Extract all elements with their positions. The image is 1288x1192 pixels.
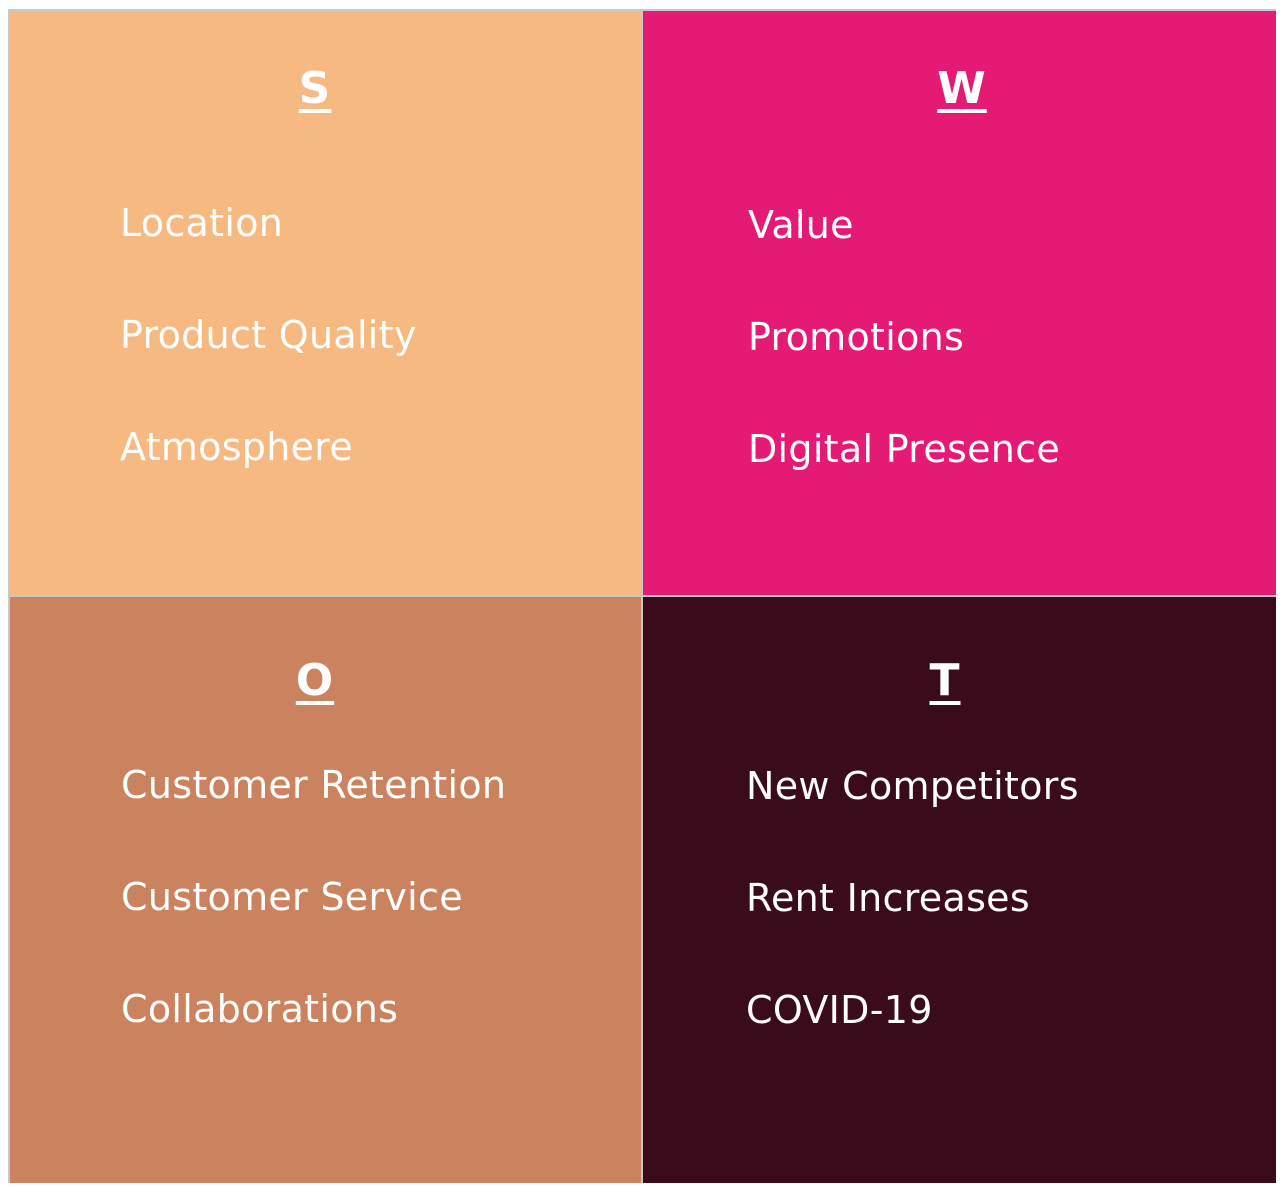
strengths-item: Location <box>120 201 284 245</box>
threats-item: New Competitors <box>746 764 1079 808</box>
weaknesses-item: Promotions <box>748 315 965 359</box>
strengths-title: S <box>298 63 332 114</box>
threats-quadrant: T New Competitors Rent Increases COVID-1… <box>643 597 1276 1183</box>
opportunities-list: Customer Retention Customer Service Coll… <box>121 761 506 1097</box>
threats-item: COVID-19 <box>746 988 933 1032</box>
threats-item: Rent Increases <box>746 876 1030 920</box>
weaknesses-item: Digital Presence <box>748 427 1061 471</box>
opportunities-item: Collaborations <box>121 987 399 1031</box>
swot-grid: S Location Product Quality Atmosphere W … <box>8 9 1276 1183</box>
opportunities-item: Customer Service <box>121 875 463 919</box>
strengths-item: Product Quality <box>120 313 417 357</box>
weaknesses-quadrant: W Value Promotions Digital Presence <box>643 11 1276 595</box>
threats-title: T <box>929 655 961 706</box>
opportunities-quadrant: O Customer Retention Customer Service Co… <box>10 597 641 1183</box>
opportunities-title: O <box>295 655 335 706</box>
threats-list: New Competitors Rent Increases COVID-19 <box>746 762 1079 1098</box>
opportunities-item: Customer Retention <box>121 763 507 807</box>
strengths-item: Atmosphere <box>120 425 354 469</box>
weaknesses-list: Value Promotions Digital Presence <box>748 201 1060 537</box>
weaknesses-title: W <box>937 63 987 114</box>
strengths-list: Location Product Quality Atmosphere <box>120 199 417 535</box>
weaknesses-item: Value <box>748 203 854 247</box>
strengths-quadrant: S Location Product Quality Atmosphere <box>10 11 641 595</box>
